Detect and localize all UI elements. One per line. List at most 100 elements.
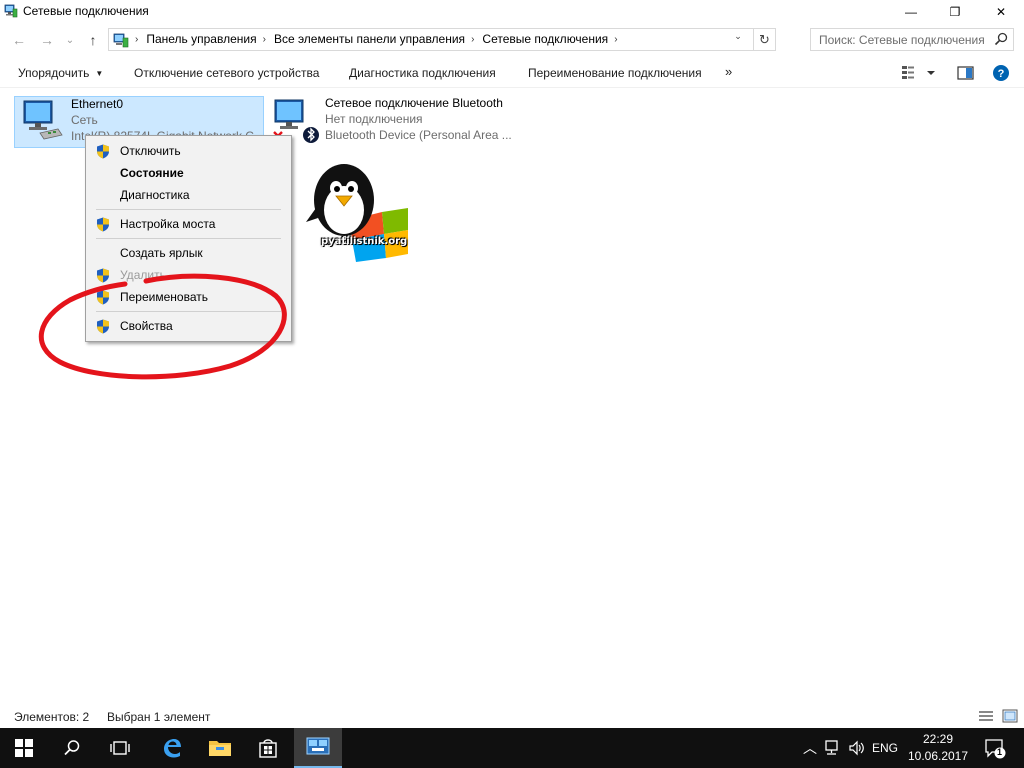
menu-item-label: Переименовать [120,290,208,304]
refresh-icon: ↻ [759,31,770,47]
file-explorer-button[interactable] [196,728,244,768]
menu-item-label: Диагностика [120,188,190,202]
explorer-window: Сетевые подключения — ❐ ✕ ← → ⌄ ↑ › Пане… [0,0,1024,728]
show-hidden-icons-button[interactable]: ︿ [800,728,820,768]
control-panel-icon [113,33,129,48]
command-bar: Упорядочить ▼ Отключение сетевого устройс… [0,58,1024,88]
search-icon [994,32,1008,46]
breadcrumb-separator[interactable]: › [135,34,138,45]
watermark-text: pyatilistnik.org [321,236,408,247]
volume-button[interactable] [846,728,868,768]
menu-item-bridge[interactable]: Настройка моста [88,213,289,235]
search-input[interactable]: Поиск: Сетевые подключения [819,33,985,47]
penguin-mascot-logo [306,164,408,262]
close-button[interactable]: ✕ [978,0,1024,24]
folder-icon [209,741,231,756]
connection-name: Сетевое подключение Bluetooth [325,96,503,110]
chevron-up-icon: ︿ [803,740,817,756]
input-language-button[interactable]: ENG [870,728,900,768]
diagnose-connection-button[interactable]: Диагностика подключения [349,66,496,80]
taskbar: ︿ ENG 22:29 10.06.2017 1 [0,728,1024,768]
menu-item-rename[interactable]: Переименовать [88,286,289,308]
uac-shield-icon [97,268,109,283]
breadcrumb-network-connections[interactable]: Сетевые подключения [482,32,608,46]
up-arrow-icon: ↑ [89,32,97,48]
network-connections-icon [306,737,330,755]
speaker-icon [849,740,864,756]
breadcrumb-control-panel[interactable]: Панель управления [146,32,256,46]
minimize-icon: — [905,5,917,19]
uac-shield-icon [97,144,109,159]
details-view-icon[interactable] [978,709,994,723]
preview-pane-icon[interactable] [956,64,976,82]
menu-item-delete: Удалить [88,264,289,286]
connection-name: Ethernet0 [71,97,124,111]
breadcrumb-separator[interactable]: › [614,34,617,45]
menu-item-label: Настройка моста [120,217,216,231]
restore-icon: ❐ [949,5,961,19]
large-icons-view-icon[interactable] [1002,709,1018,723]
menu-item-label: Создать ярлык [120,246,203,260]
recent-locations-button[interactable]: ⌄ [60,30,80,50]
address-bar[interactable]: › Панель управления › Все элементы панел… [108,28,776,51]
language-indicator: ENG [871,741,898,755]
action-center-button[interactable]: 1 [980,728,1010,768]
task-view-button[interactable] [96,728,144,768]
edge-button[interactable] [148,728,196,768]
network-tray-button[interactable] [822,728,844,768]
search-box[interactable]: Поиск: Сетевые подключения [810,28,1014,51]
clock-button[interactable]: 22:29 10.06.2017 [900,731,976,765]
item-count: Элементов: 2 [14,710,90,724]
rename-connection-button[interactable]: Переименование подключения [528,66,702,80]
menu-item-diagnostics[interactable]: Диагностика [88,184,289,206]
menu-item-properties[interactable]: Свойства [88,315,289,337]
back-button[interactable]: ← [9,30,29,50]
network-connections-icon [4,4,18,18]
breadcrumb-all-items[interactable]: Все элементы панели управления [274,32,465,46]
start-button[interactable] [0,728,48,768]
close-icon: ✕ [995,5,1007,19]
address-dropdown-icon[interactable]: ⌄ [731,31,745,42]
ethernet-adapter-icon [23,100,63,140]
menu-separator [96,209,281,210]
change-view-icon[interactable] [901,64,921,82]
connection-device: Bluetooth Device (Personal Area ... [325,128,512,142]
up-button[interactable]: ↑ [83,30,103,50]
forward-arrow-icon: → [40,32,54,48]
store-button[interactable] [244,728,292,768]
refresh-button[interactable]: ↻ [753,29,775,50]
menu-item-label: Отключить [120,144,181,158]
uac-shield-icon [97,217,109,232]
menu-item-status[interactable]: Состояние [88,162,289,184]
help-icon[interactable]: ? [991,64,1011,82]
svg-text:?: ? [998,68,1005,80]
connection-status: Сеть [71,113,98,127]
view-options-dropdown-icon[interactable] [924,64,938,82]
organize-label: Упорядочить [18,66,90,80]
menu-item-label: Состояние [120,166,184,180]
forward-button[interactable]: → [37,30,57,50]
window-title: Сетевые подключения [23,4,149,18]
maximize-button[interactable]: ❐ [932,0,978,24]
network-connections-taskbar-button[interactable] [294,728,342,768]
menu-item-create-shortcut[interactable]: Создать ярлык [88,242,289,264]
menu-separator [96,238,281,239]
search-button[interactable] [48,728,96,768]
menu-item-label: Удалить [120,268,166,282]
context-menu: Отключить Состояние Диагностика Настройк… [85,135,292,342]
store-bag-icon [259,739,277,758]
menu-item-label: Свойства [120,319,173,333]
uac-shield-icon [97,319,109,334]
network-status-icon [825,740,838,755]
task-view-icon [110,741,130,755]
notifications-icon [985,739,1006,759]
minimize-button[interactable]: — [888,0,934,24]
breadcrumb-separator[interactable]: › [471,34,474,45]
organize-button[interactable]: Упорядочить ▼ [18,66,103,80]
breadcrumb-separator[interactable]: › [263,34,266,45]
menu-item-disable[interactable]: Отключить [88,140,289,162]
disable-device-button[interactable]: Отключение сетевого устройства [134,66,319,80]
connection-item-bluetooth[interactable]: Сетевое подключение Bluetooth Нет подклю… [269,96,519,148]
notification-count: 1 [997,747,1003,757]
more-commands-button[interactable]: » [725,64,732,79]
